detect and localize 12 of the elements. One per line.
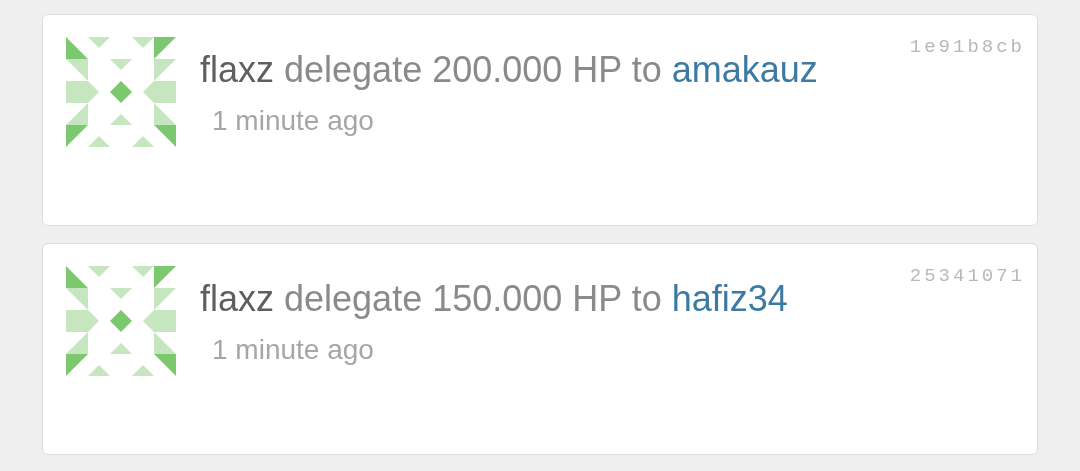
timestamp: 1 minute ago	[212, 104, 374, 138]
transaction-id: 1e91b8cb	[909, 35, 1025, 60]
user-link[interactable]: flaxz	[200, 278, 275, 319]
user-link[interactable]: hafiz34	[671, 278, 788, 319]
user-link[interactable]: amakauz	[671, 49, 818, 90]
activity-text: flaxz delegate 150.000 HP to hafiz34	[200, 277, 789, 321]
timestamp: 1 minute ago	[212, 333, 374, 367]
avatar-icon	[66, 37, 176, 147]
transaction-id: 25341071	[909, 264, 1025, 289]
user-link[interactable]: flaxz	[200, 49, 275, 90]
avatar-icon	[66, 266, 176, 376]
activity-text: flaxz delegate 200.000 HP to amakauz	[200, 48, 819, 92]
